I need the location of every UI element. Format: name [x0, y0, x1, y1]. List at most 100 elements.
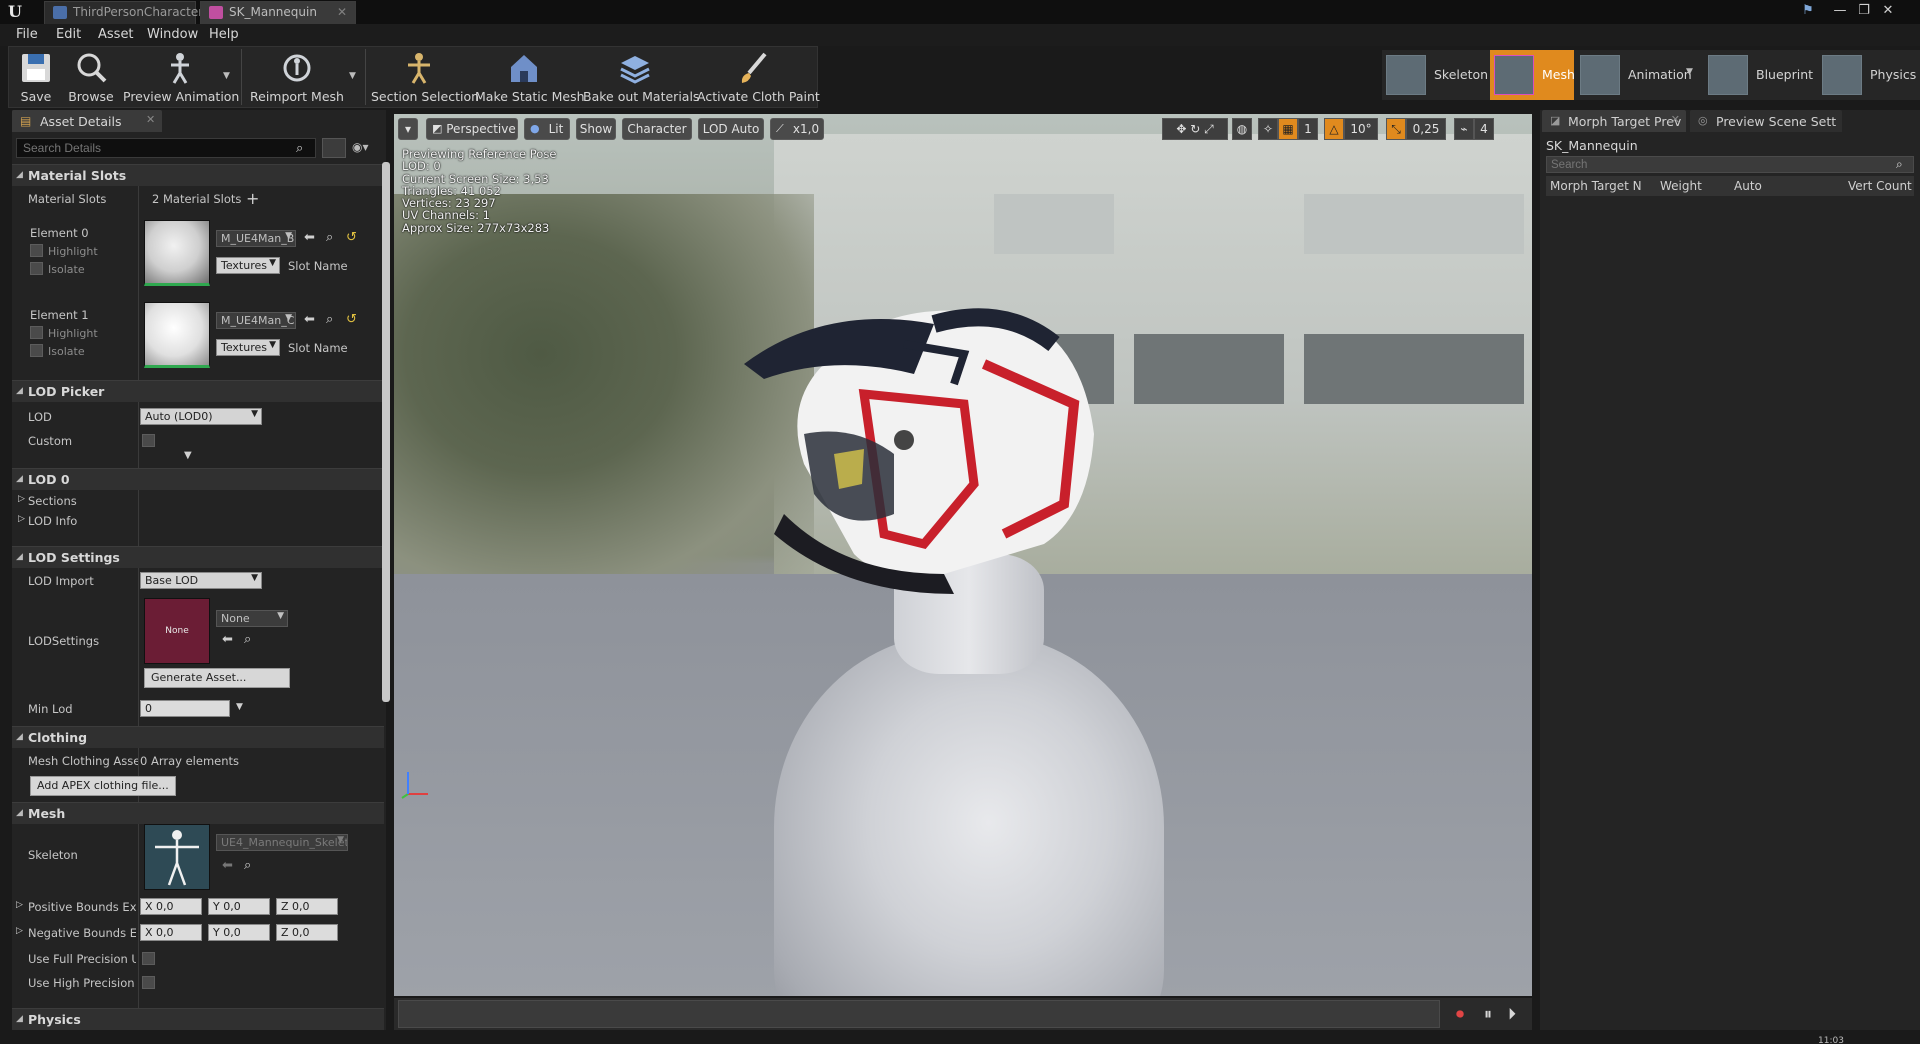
category-lod-settings[interactable]: ◢ LOD Settings — [12, 546, 384, 568]
details-scrollbar[interactable] — [382, 162, 390, 702]
lod-info-label[interactable]: LOD Info — [28, 514, 77, 528]
negative-bounds-z[interactable]: Z 0,0 — [276, 924, 338, 941]
bake-out-materials-button[interactable]: Bake out Materials — [583, 47, 699, 107]
mode-skeleton[interactable]: Skeleton — [1382, 50, 1488, 100]
lit-button[interactable]: ● Lit — [524, 118, 570, 140]
details-search-input[interactable] — [16, 138, 316, 158]
tab-preview-scene-settings[interactable]: ◎ Preview Scene Sett — [1690, 110, 1842, 132]
morph-search-input[interactable] — [1546, 156, 1914, 173]
eye-icon[interactable]: ◉▾ — [352, 140, 369, 154]
feedback-icon[interactable]: ⚑ — [1798, 2, 1818, 20]
category-lod-picker[interactable]: ◢ LOD Picker — [12, 380, 384, 402]
expand-arrow-icon[interactable]: ▷ — [16, 900, 23, 910]
min-lod-field[interactable]: 0 — [140, 700, 230, 717]
reset-to-default-icon[interactable]: ↺ — [346, 312, 357, 327]
tab-asset-details[interactable]: ▤ Asset Details ✕ — [12, 110, 162, 132]
textures-dropdown[interactable]: Textures ▼ — [216, 257, 280, 274]
lod-auto-button[interactable]: LOD Auto — [698, 118, 764, 140]
browse-button[interactable]: Browse — [61, 47, 121, 107]
use-full-precision-uvs-checkbox[interactable] — [142, 952, 155, 965]
mode-physics[interactable]: Physics — [1818, 50, 1918, 100]
make-static-mesh-button[interactable]: Make Static Mesh — [475, 47, 585, 107]
lod-settings-asset-dropdown[interactable]: None ▼ — [216, 610, 288, 627]
add-icon[interactable]: + — [246, 189, 259, 208]
column-vert-count[interactable]: Vert Count — [1848, 179, 1912, 193]
skeleton-thumbnail[interactable] — [144, 824, 210, 890]
textures-dropdown[interactable]: Textures ▼ — [216, 339, 280, 356]
scale-snap-value[interactable]: 0,25 — [1406, 118, 1446, 140]
use-selected-arrow-icon[interactable]: ⬅ — [304, 312, 315, 327]
expand-arrow-icon[interactable]: ▷ — [18, 494, 25, 504]
tab-morph-target-preview[interactable]: ◪ Morph Target Prev ✕ — [1542, 110, 1686, 132]
category-mesh[interactable]: ◢ Mesh — [12, 802, 384, 824]
surface-snap-icon[interactable]: ✧ — [1258, 118, 1278, 140]
material-selector[interactable]: M_UE4Man_C ▼ — [216, 312, 296, 329]
sections-label[interactable]: Sections — [28, 494, 77, 508]
use-selected-arrow-icon[interactable]: ⬅ — [222, 632, 233, 647]
menu-file[interactable]: File — [16, 27, 38, 42]
record-icon[interactable]: ⏺ — [1456, 1004, 1464, 1024]
material-thumbnail[interactable] — [144, 220, 210, 286]
character-button[interactable]: Character — [622, 118, 692, 140]
perspective-button[interactable]: ◩ Perspective — [426, 118, 518, 140]
highlight-checkbox[interactable] — [30, 326, 43, 339]
material-selector[interactable]: M_UE4Man_B ▼ — [216, 230, 296, 247]
add-apex-clothing-button[interactable]: Add APEX clothing file... — [30, 776, 176, 796]
timeline-scrubber[interactable] — [398, 1000, 1440, 1028]
mode-animation[interactable]: Animation ▼ — [1576, 50, 1694, 100]
browse-asset-icon[interactable]: ⌕ — [244, 858, 251, 873]
step-forward-icon[interactable]: ⏵ — [1508, 1004, 1516, 1024]
mode-blueprint[interactable]: Blueprint — [1704, 50, 1813, 100]
activate-cloth-paint-button[interactable]: Activate Cloth Paint — [697, 47, 820, 107]
isolate-checkbox[interactable] — [30, 344, 43, 357]
preview-animation-dropdown-icon[interactable]: ▼ — [223, 71, 230, 81]
rotation-snap-value[interactable]: 10° — [1344, 118, 1378, 140]
browse-asset-icon[interactable]: ⌕ — [244, 632, 251, 647]
lod-settings-asset-thumbnail[interactable]: None — [144, 598, 210, 664]
scale-snap-icon[interactable]: ⤡ — [1386, 118, 1406, 140]
reimport-dropdown-icon[interactable]: ▼ — [349, 71, 356, 81]
expand-arrow-icon[interactable]: ▷ — [18, 514, 25, 524]
reimport-mesh-button[interactable]: Reimport Mesh — [247, 47, 347, 107]
section-selection-button[interactable]: Section Selection — [371, 47, 479, 107]
use-selected-arrow-icon[interactable]: ⬅ — [304, 230, 315, 245]
menu-window[interactable]: Window — [147, 27, 198, 42]
preview-animation-button[interactable]: Preview Animation — [123, 47, 239, 107]
expand-advanced-icon[interactable]: ▼ — [184, 450, 192, 461]
positive-bounds-y[interactable]: Y 0,0 — [208, 898, 270, 915]
maximize-button[interactable]: ❐ — [1854, 2, 1874, 20]
material-thumbnail[interactable] — [144, 302, 210, 368]
dropdown-arrow-icon[interactable]: ▼ — [236, 702, 243, 712]
animation-dropdown-icon[interactable]: ▼ — [1686, 67, 1693, 77]
negative-bounds-y[interactable]: Y 0,0 — [208, 924, 270, 941]
save-button[interactable]: Save — [13, 47, 59, 107]
pause-icon[interactable]: ⏸ — [1484, 1004, 1492, 1024]
view-options-button[interactable] — [322, 138, 346, 158]
highlight-checkbox[interactable] — [30, 244, 43, 257]
close-icon[interactable]: ✕ — [1671, 113, 1680, 126]
unreal-logo-icon[interactable]: U — [8, 2, 34, 22]
close-icon[interactable]: ✕ — [146, 113, 155, 126]
playback-speed-button[interactable]: ⟋ x1,0 — [770, 118, 824, 140]
positive-bounds-x[interactable]: X 0,0 — [140, 898, 202, 915]
use-selected-arrow-icon[interactable]: ⬅ — [222, 858, 233, 873]
rotation-snap-icon[interactable]: △ — [1324, 118, 1344, 140]
isolate-checkbox[interactable] — [30, 262, 43, 275]
browse-asset-icon[interactable]: ⌕ — [326, 312, 333, 327]
mode-mesh[interactable]: Mesh — [1490, 50, 1575, 100]
grid-size-button[interactable]: 1 — [1298, 118, 1318, 140]
column-auto[interactable]: Auto — [1734, 179, 1762, 193]
preview-viewport[interactable]: ▾ ◩ Perspective ● Lit Show Character LOD… — [394, 114, 1532, 996]
coordinate-system-icon[interactable]: ◍ — [1232, 118, 1252, 140]
document-tab-sk-mannequin[interactable]: SK_Mannequin ✕ — [200, 1, 356, 24]
skeleton-asset-dropdown[interactable]: UE4_Mannequin_Skeleton▼ — [216, 834, 348, 851]
menu-edit[interactable]: Edit — [56, 27, 81, 42]
viewport-options-button[interactable]: ▾ — [398, 118, 418, 140]
category-physics[interactable]: ◢ Physics — [12, 1008, 384, 1030]
expand-arrow-icon[interactable]: ▷ — [16, 926, 23, 936]
close-icon[interactable]: ✕ — [337, 2, 347, 23]
camera-speed-value[interactable]: 4 — [1474, 118, 1494, 140]
lod-dropdown[interactable]: Auto (LOD0) ▼ — [140, 408, 262, 425]
camera-speed-icon[interactable]: ⌁ — [1454, 118, 1474, 140]
category-material-slots[interactable]: ◢ Material Slots — [12, 164, 384, 186]
